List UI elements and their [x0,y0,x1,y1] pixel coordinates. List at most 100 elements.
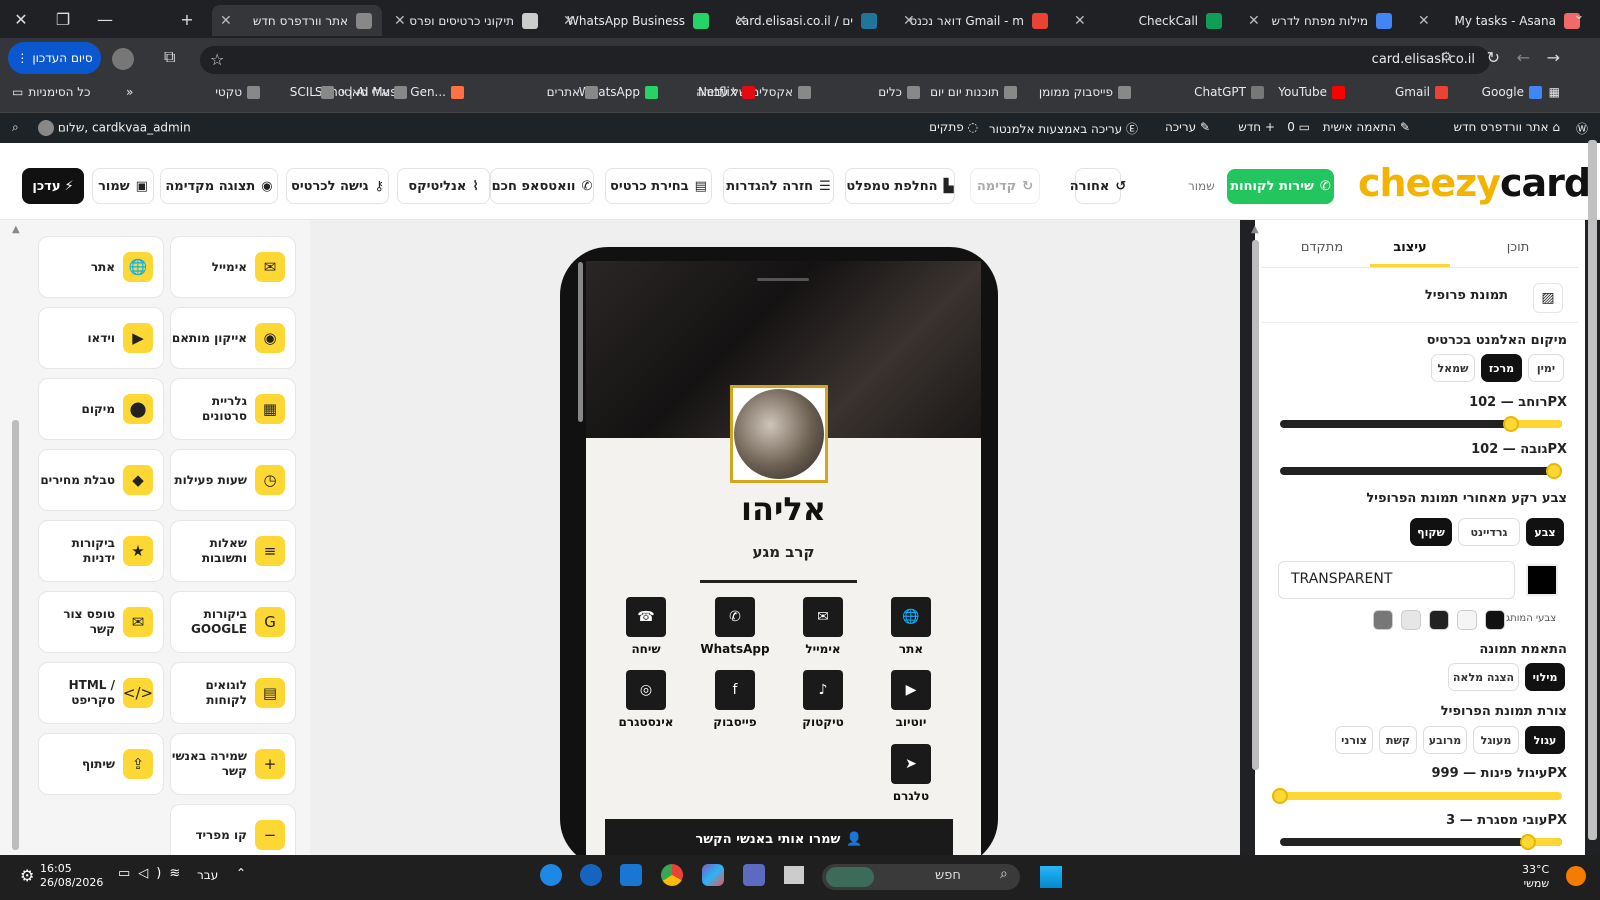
minimize-window-icon[interactable]: — [84,10,126,29]
widget-card[interactable]: שיתוף ⇪ [38,733,164,795]
widget-card[interactable]: שמירה באנשי קשר + [170,733,296,795]
new-tab-icon[interactable]: + [166,10,208,29]
wp-logo-icon[interactable]: Ⓦ [1576,120,1588,137]
brand-color-swatch[interactable] [1485,610,1505,630]
omnibox[interactable] [200,46,1490,74]
position-right-option[interactable]: ימין [1528,354,1564,382]
social-button[interactable]: ▶ [891,670,931,710]
smart-whatsapp-button[interactable]: וואטסאפ חכם ✆ [490,168,594,204]
undo-button[interactable]: אחורה ↺ [1070,168,1126,204]
customer-support-button[interactable]: שירות לקוחות ✆ [1227,169,1334,204]
browser-tab[interactable]: ✕ אתר וורדפרס חדש [212,5,382,36]
choose-card-button[interactable]: בחירת כרטיס ▤ [605,168,712,204]
social-button[interactable]: ➤ [891,744,931,784]
card-title[interactable]: קרב מגע [586,543,981,561]
restore-window-icon[interactable]: ❐ [42,10,84,29]
language-indicator[interactable]: עבר [197,868,218,882]
fit-contain-option[interactable]: הצגה מלאה [1448,663,1519,691]
close-window-icon[interactable]: ✕ [0,10,42,29]
radius-slider[interactable] [1280,792,1562,800]
close-tab-icon[interactable]: ✕ [1418,13,1430,29]
position-left-option[interactable]: שמאל [1431,354,1475,382]
widget-card[interactable]: שאלות ותשובות ≡ [170,520,296,582]
wp-site-link[interactable]: אתר וורדפרס חדש ⌂ [1453,120,1560,134]
close-tab-icon[interactable]: ✕ [903,13,915,29]
brand-color-swatch[interactable] [1373,610,1393,630]
start-icon[interactable] [1040,866,1062,888]
weather[interactable]: 33°C שמשי [1522,863,1549,891]
bookmarks-overflow-icon[interactable]: » [126,85,133,99]
forward-icon[interactable]: ← [1517,48,1530,67]
social-button[interactable]: 🌐 [891,597,931,637]
widget-card[interactable]: לוגואים לקוחות ▤ [170,662,296,724]
task-view-icon[interactable] [784,866,804,884]
profile-avatar[interactable] [112,48,134,70]
card-access-button[interactable]: גישה לכרטיס ⚷ [286,168,389,204]
settings-scrollbar[interactable] [1252,240,1259,770]
bookmark-item[interactable]: Netflix [698,85,755,99]
shape-custom-option[interactable]: צורני [1335,726,1373,754]
settings-tray-icon[interactable]: ⚙ [20,866,34,885]
clock[interactable]: 16:05 26/08/2026 [40,862,103,890]
widget-card[interactable]: HTML / סקריפט </> [38,662,164,724]
profile-image[interactable] [730,385,828,483]
close-tab-icon[interactable]: ✕ [220,13,232,29]
shape-arch-option[interactable]: קשת [1379,726,1417,754]
bg-transparent-option[interactable]: שקוף [1410,518,1452,546]
teams-icon[interactable] [743,864,765,886]
bookmark-item[interactable]: Gmail [1395,85,1448,99]
social-button[interactable]: ☎ [626,597,666,637]
wp-new-link[interactable]: חדש + [1238,120,1275,134]
social-button[interactable]: f [715,670,755,710]
position-center-option[interactable]: מרכז [1481,354,1522,382]
widget-card[interactable]: ביקורות GOOGLE G [170,591,296,653]
close-tab-icon[interactable]: ✕ [735,13,747,29]
reload-icon[interactable]: ↻ [1487,48,1500,67]
wp-snippets-link[interactable]: פתקים ◌ [929,120,978,134]
widget-card[interactable]: ביקורות ידניות ★ [38,520,164,582]
bookmark-item[interactable]: טקטי [215,85,260,99]
widget-card[interactable]: וידאו ▶ [38,307,164,369]
widget-card[interactable]: מיקום ⬤ [38,378,164,440]
bg-color-input[interactable]: TRANSPARENT [1278,561,1515,599]
browser-tab[interactable]: ✕ מילות מפתח לדרש [1240,5,1402,36]
shape-rounded-option[interactable]: מעוגל [1473,726,1519,754]
widget-card[interactable]: טבלת מחירים ◆ [38,449,164,511]
preview-scrollbar[interactable] [578,262,583,422]
card-name[interactable]: אליהו [586,490,981,528]
wp-comments-link[interactable]: 0 ▭ [1287,120,1310,134]
browser-tab[interactable]: ✕ תיקוני כרטיסים ופרס [386,5,548,36]
scroll-up-icon[interactable]: ▲ [12,224,20,235]
browser-tab[interactable]: ✕ card.elisasi.co.il / ים [727,5,887,36]
bookmark-item[interactable]: אלי סאסי [341,85,407,99]
page-scrollbar[interactable] [1588,140,1597,840]
social-button[interactable]: ♪ [803,670,843,710]
back-icon[interactable]: → [1547,48,1560,67]
bookmark-item[interactable]: כלים [878,85,920,99]
wp-greeting[interactable]: שלום, cardkvaa_admin [38,120,191,136]
bg-color-option[interactable]: צבע [1526,518,1564,546]
height-slider[interactable] [1280,467,1562,475]
close-tab-icon[interactable]: ✕ [563,13,575,29]
bookmark-item[interactable]: פייסבוק ממומן [1039,85,1131,99]
chrome-icon[interactable] [661,864,683,886]
social-button[interactable]: ✉ [803,597,843,637]
widgets-scrollbar[interactable] [12,420,19,850]
brand-color-swatch[interactable] [1401,610,1421,630]
wp-edit-link[interactable]: עריכה ✎ [1165,120,1210,134]
widget-card[interactable]: אתר 🌐 [38,236,164,298]
widget-card[interactable]: שעות פעילות ◷ [170,449,296,511]
brand-color-swatch[interactable] [1429,610,1449,630]
wp-search-icon[interactable]: ⌕ [12,120,19,135]
bg-color-picker[interactable] [1526,564,1558,596]
close-tab-icon[interactable]: ✕ [394,13,406,29]
all-bookmarks[interactable]: ▭ כל הסימניות [12,85,90,99]
bookmark-item[interactable]: תוכנות יום יום [930,85,1017,99]
apps-grid-icon[interactable]: ▦ [1549,85,1560,99]
wp-elementor-link[interactable]: עריכה באמצעות אלמנטור Ⓔ [989,120,1138,137]
shape-square-option[interactable]: מרובע [1423,726,1467,754]
social-button[interactable]: ✆ [715,597,755,637]
tab-search-icon[interactable]: ⌄ [1568,8,1590,30]
help-app-icon[interactable] [540,864,562,886]
bookmark-item[interactable]: אתרים [547,85,598,99]
